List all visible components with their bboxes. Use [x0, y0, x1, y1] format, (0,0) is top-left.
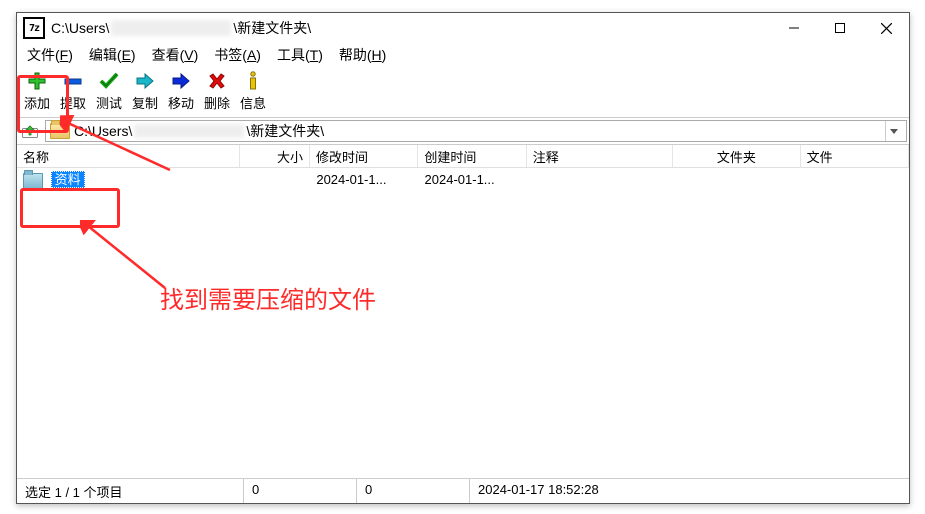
menu-view[interactable]: 查看(V) [144, 43, 207, 67]
address-input[interactable]: C:\Users\ \新建文件夹\ [45, 120, 907, 142]
menubar: 文件(F) 编辑(E) 查看(V) 书签(A) 工具(T) 帮助(H) [17, 43, 909, 67]
plus-icon [27, 71, 47, 91]
status-date: 2024-01-17 18:52:28 [470, 479, 909, 503]
file-list: 名称 大小 修改时间 创建时间 注释 文件夹 文件 资料 2024-01-1..… [17, 145, 909, 478]
menu-bookmarks[interactable]: 书签(A) [206, 43, 269, 67]
arrow-right-icon [171, 71, 191, 91]
test-button[interactable]: 测试 [91, 69, 127, 112]
folder-icon [23, 173, 43, 189]
app-window: 7z C:\Users\ \新建文件夹\ 文件(F) 编辑(E) 查看(V) 书… [16, 12, 910, 504]
address-bar: C:\Users\ \新建文件夹\ [17, 117, 909, 145]
info-icon [243, 71, 263, 91]
col-size[interactable]: 大小 [240, 145, 310, 167]
check-icon [99, 71, 119, 91]
maximize-button[interactable] [817, 13, 863, 43]
copy-button[interactable]: 复制 [127, 69, 163, 112]
arrow-right-hollow-icon [135, 71, 155, 91]
menu-tools[interactable]: 工具(T) [269, 43, 331, 67]
col-name[interactable]: 名称 [17, 145, 240, 167]
up-folder-icon [22, 123, 38, 139]
minimize-button[interactable] [771, 13, 817, 43]
info-button[interactable]: 信息 [235, 69, 271, 112]
status-size-2: 0 [357, 479, 470, 503]
up-button[interactable] [19, 120, 41, 142]
close-button[interactable] [863, 13, 909, 43]
status-size-1: 0 [244, 479, 357, 503]
move-button[interactable]: 移动 [163, 69, 199, 112]
folder-icon [50, 123, 70, 139]
item-name: 资料 [51, 171, 85, 188]
col-ctime[interactable]: 创建时间 [418, 145, 526, 167]
col-files[interactable]: 文件 [801, 145, 909, 167]
col-folders[interactable]: 文件夹 [673, 145, 800, 167]
window-title: C:\Users\ \新建文件夹\ [51, 18, 771, 38]
col-comment[interactable]: 注释 [527, 145, 674, 167]
column-headers: 名称 大小 修改时间 创建时间 注释 文件夹 文件 [17, 145, 909, 168]
address-dropdown[interactable] [885, 121, 902, 141]
app-icon: 7z [23, 17, 45, 39]
delete-button[interactable]: 删除 [199, 69, 235, 112]
list-item[interactable]: 资料 2024-01-1... 2024-01-1... [17, 168, 909, 190]
redacted-text [134, 124, 244, 138]
menu-help[interactable]: 帮助(H) [331, 43, 394, 67]
status-bar: 选定 1 / 1 个项目 0 0 2024-01-17 18:52:28 [17, 478, 909, 503]
add-button[interactable]: 添加 [19, 69, 55, 112]
extract-button[interactable]: 提取 [55, 69, 91, 112]
menu-edit[interactable]: 编辑(E) [81, 43, 144, 67]
menu-file[interactable]: 文件(F) [19, 43, 81, 67]
status-selection: 选定 1 / 1 个项目 [17, 479, 244, 503]
chevron-down-icon [890, 129, 898, 134]
redacted-text [111, 20, 231, 36]
col-mtime[interactable]: 修改时间 [310, 145, 418, 167]
minus-icon [63, 71, 83, 91]
title-bar: 7z C:\Users\ \新建文件夹\ [17, 13, 909, 43]
toolbar: 添加 提取 测试 复制 [17, 67, 909, 117]
x-icon [207, 71, 227, 91]
